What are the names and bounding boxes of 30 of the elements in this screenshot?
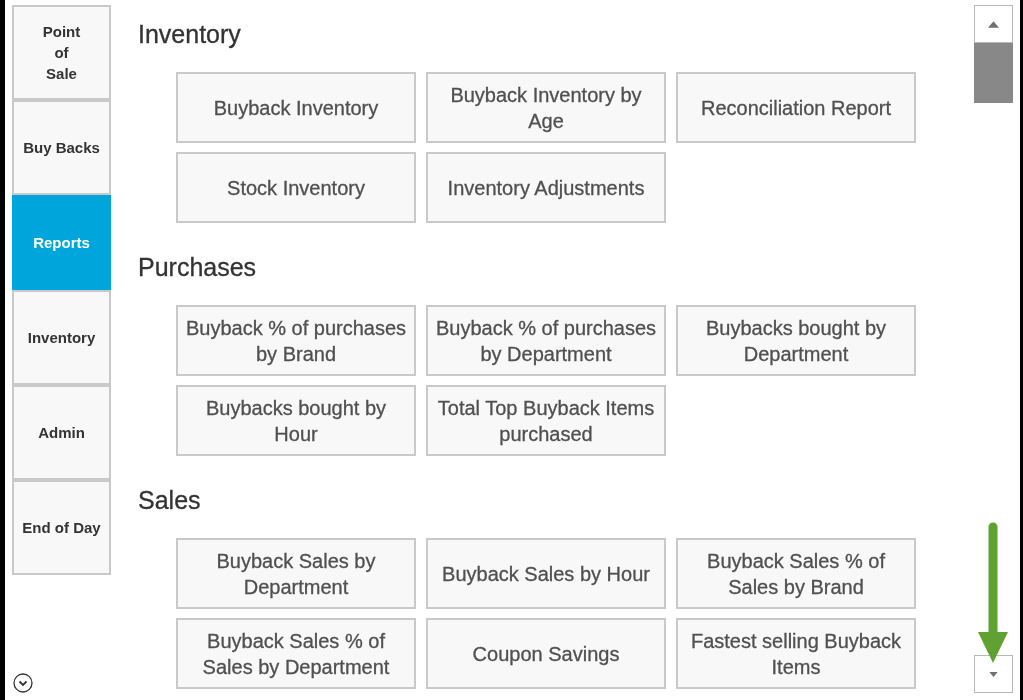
- report-button[interactable]: Buybacks bought by Hour: [176, 385, 416, 456]
- report-button[interactable]: Buyback Sales % of Sales by Brand: [676, 538, 916, 609]
- report-button[interactable]: Total Top Buyback Items purchased: [426, 385, 666, 456]
- sidebar-tab[interactable]: Inventory: [12, 290, 111, 385]
- sidebar-tab[interactable]: Admin: [12, 385, 111, 480]
- section-heading: Inventory: [138, 19, 242, 50]
- report-button[interactable]: Buyback Sales % of Sales by Department: [176, 618, 416, 689]
- chevron-down-circle-icon[interactable]: [13, 673, 33, 693]
- scroll-down-button[interactable]: [974, 655, 1013, 693]
- report-button[interactable]: Buyback Sales by Hour: [426, 538, 666, 609]
- report-button[interactable]: Buyback % of purchases by Department: [426, 305, 666, 376]
- report-button[interactable]: Buyback % of purchases by Brand: [176, 305, 416, 376]
- report-button[interactable]: Buybacks bought by Department: [676, 305, 916, 376]
- sidebar-tab[interactable]: Buy Backs: [12, 100, 111, 195]
- section-heading: Sales: [138, 485, 202, 516]
- report-button[interactable]: Stock Inventory: [176, 152, 416, 223]
- sidebar-tab[interactable]: Point of Sale: [12, 5, 111, 100]
- sidebar-tab[interactable]: End of Day: [12, 480, 111, 575]
- report-button[interactable]: Buyback Inventory: [176, 72, 416, 143]
- scrollbar-thumb[interactable]: [974, 43, 1013, 103]
- report-button[interactable]: Fastest selling Buyback Items: [676, 618, 916, 689]
- report-button[interactable]: Coupon Savings: [426, 618, 666, 689]
- triangle-up-icon: [988, 20, 999, 28]
- triangle-down-icon: [989, 671, 998, 677]
- report-button[interactable]: Reconciliation Report: [676, 72, 916, 143]
- report-button[interactable]: Inventory Adjustments: [426, 152, 666, 223]
- report-button[interactable]: Buyback Sales by Department: [176, 538, 416, 609]
- scroll-up-button[interactable]: [974, 5, 1013, 43]
- report-button[interactable]: Buyback Inventory by Age: [426, 72, 666, 143]
- section-heading: Purchases: [138, 252, 258, 283]
